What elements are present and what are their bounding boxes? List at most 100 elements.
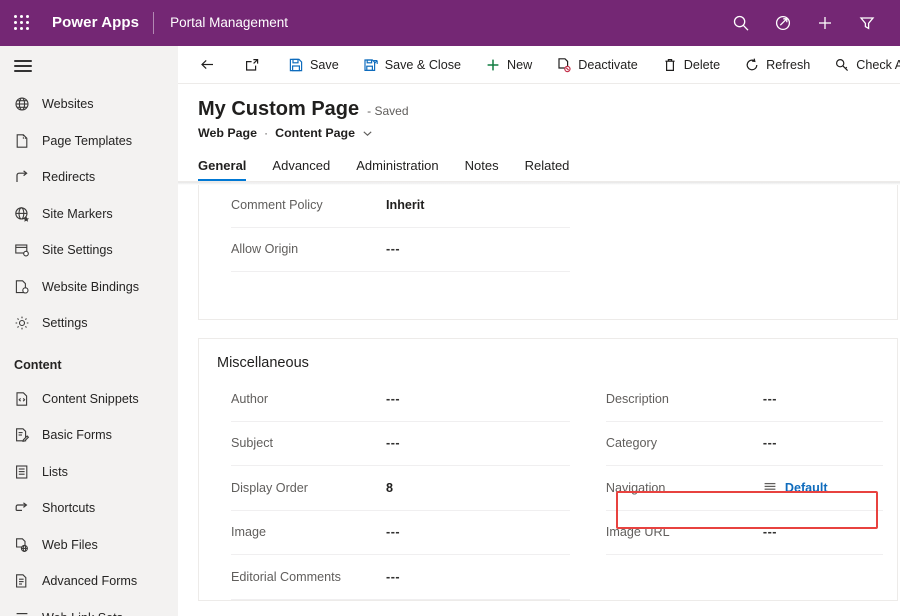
search-icon[interactable]	[720, 0, 762, 46]
quick-launch-icon[interactable]	[762, 0, 804, 46]
field-value[interactable]: ---	[763, 525, 777, 539]
field-label: Comment Policy	[231, 198, 386, 212]
general-columns: Sitemap No Comment Policy Inherit Allow …	[199, 182, 897, 272]
field-row-subject[interactable]: Subject ---	[231, 422, 570, 467]
field-row-comment-policy[interactable]: Comment Policy Inherit	[231, 183, 570, 228]
record-header: My Custom Page - Saved Web Page · Conten…	[178, 84, 900, 140]
field-label: Category	[606, 436, 763, 450]
field-label: Image	[231, 525, 386, 539]
field-value[interactable]: Inherit	[386, 198, 424, 212]
sidebar-item-label: Redirects	[40, 170, 95, 184]
sidebar-scrollbar-track[interactable]	[171, 46, 178, 616]
section-title-miscellaneous: Miscellaneous	[199, 339, 897, 377]
form-scroll-area[interactable]: Sitemap No Comment Policy Inherit Allow …	[178, 182, 900, 606]
save-and-close-button[interactable]: Save & Close	[348, 46, 470, 84]
form-selector[interactable]: Content Page	[275, 126, 355, 140]
field-label: Description	[606, 392, 763, 406]
field-row-image-url[interactable]: Image URL ---	[606, 511, 883, 556]
field-value[interactable]: ---	[386, 570, 400, 584]
tab-advanced[interactable]: Advanced	[272, 158, 330, 181]
field-value[interactable]: 8	[386, 481, 393, 495]
field-row-description[interactable]: Description ---	[606, 377, 883, 422]
deactivate-button[interactable]: Deactivate	[541, 46, 647, 84]
sidebar-item-website-bindings[interactable]: Website Bindings	[0, 269, 178, 306]
field-value[interactable]: ---	[386, 392, 400, 406]
hamburger-menu-icon[interactable]	[0, 46, 178, 86]
sidebar-item-label: Lists	[40, 465, 68, 479]
sidebar-item-settings[interactable]: Settings	[0, 305, 178, 342]
tab-administration[interactable]: Administration	[356, 158, 438, 181]
field-label: Display Order	[231, 481, 386, 495]
field-value[interactable]: ---	[763, 392, 777, 406]
page-title: My Custom Page	[198, 98, 359, 121]
check-access-button[interactable]: Check Access	[819, 46, 900, 84]
sidebar-item-web-link-sets[interactable]: Web Link Sets	[0, 600, 178, 616]
sidebar-item-advanced-forms[interactable]: Advanced Forms	[0, 563, 178, 600]
form-edit-icon	[14, 427, 40, 443]
left-sidebar: Websites Page Templates Redirects	[0, 46, 178, 616]
field-value[interactable]: ---	[386, 242, 400, 256]
web-link-set-lookup-icon	[763, 481, 777, 495]
chevron-down-icon[interactable]	[355, 128, 373, 139]
field-value[interactable]: ---	[386, 436, 400, 450]
main-content: Save Save & Close New	[178, 46, 900, 616]
trash-icon	[656, 57, 678, 73]
field-row-image[interactable]: Image ---	[231, 511, 570, 556]
sidebar-group-content: Content	[0, 342, 178, 381]
refresh-button[interactable]: Refresh	[729, 46, 819, 84]
field-row-author[interactable]: Author ---	[231, 377, 570, 422]
field-row-category[interactable]: Category ---	[606, 422, 883, 467]
navigation-link-text[interactable]: Default	[785, 481, 828, 495]
sidebar-item-label: Site Markers	[40, 207, 113, 221]
site-marker-icon	[14, 206, 40, 222]
breadcrumb: Web Page · Content Page	[198, 121, 900, 140]
globe-icon	[14, 96, 40, 112]
tab-related[interactable]: Related	[525, 158, 570, 181]
tab-notes[interactable]: Notes	[465, 158, 499, 181]
title-row: My Custom Page - Saved	[198, 98, 900, 121]
new-button[interactable]: New	[470, 46, 541, 84]
sidebar-item-shortcuts[interactable]: Shortcuts	[0, 490, 178, 527]
sidebar-item-redirects[interactable]: Redirects	[0, 159, 178, 196]
sidebar-item-page-templates[interactable]: Page Templates	[0, 123, 178, 160]
tab-general[interactable]: General	[198, 158, 246, 181]
field-label: Author	[231, 392, 386, 406]
sidebar-item-content-snippets[interactable]: Content Snippets	[0, 381, 178, 418]
miscellaneous-columns: Author --- Subject --- Display Order 8	[199, 377, 897, 600]
field-row-editorial-comments[interactable]: Editorial Comments ---	[231, 555, 570, 600]
sidebar-item-label: Website Bindings	[40, 280, 139, 294]
sidebar-item-site-settings[interactable]: Site Settings	[0, 232, 178, 269]
app-launcher-icon[interactable]	[0, 0, 44, 46]
field-row-display-order[interactable]: Display Order 8	[231, 466, 570, 511]
shortcut-icon	[14, 500, 40, 516]
delete-label: Delete	[678, 58, 720, 72]
field-value[interactable]: ---	[763, 436, 777, 450]
brand-label[interactable]: Power Apps	[44, 0, 153, 46]
save-and-close-icon	[357, 57, 379, 73]
open-in-new-window-button[interactable]	[229, 46, 269, 84]
sidebar-item-websites[interactable]: Websites	[0, 86, 178, 123]
new-icon[interactable]	[804, 0, 846, 46]
sidebar-item-web-files[interactable]: Web Files	[0, 527, 178, 564]
entity-name: Web Page	[198, 126, 257, 140]
delete-button[interactable]: Delete	[647, 46, 729, 84]
refresh-label: Refresh	[760, 58, 810, 72]
app-name-label[interactable]: Portal Management	[154, 0, 288, 46]
navigation-lookup-value[interactable]: Default	[763, 481, 828, 495]
filter-icon[interactable]	[846, 0, 888, 46]
save-button[interactable]: Save	[273, 46, 348, 84]
back-button[interactable]	[184, 46, 225, 84]
sidebar-item-site-markers[interactable]: Site Markers	[0, 196, 178, 233]
sidebar-item-label: Websites	[40, 97, 94, 111]
field-row-allow-origin[interactable]: Allow Origin ---	[231, 228, 570, 273]
navigation-field-row[interactable]: Navigation Default	[606, 466, 883, 511]
field-value[interactable]: ---	[386, 525, 400, 539]
page-template-icon	[14, 133, 40, 149]
sidebar-item-lists[interactable]: Lists	[0, 454, 178, 491]
miscellaneous-section-card: Miscellaneous Author --- Subject --- Dis…	[198, 338, 898, 601]
sidebar-item-label: Basic Forms	[40, 428, 112, 442]
field-label: Image URL	[606, 525, 763, 539]
breadcrumb-separator: ·	[257, 126, 275, 140]
advanced-form-icon	[14, 573, 40, 589]
sidebar-item-basic-forms[interactable]: Basic Forms	[0, 417, 178, 454]
